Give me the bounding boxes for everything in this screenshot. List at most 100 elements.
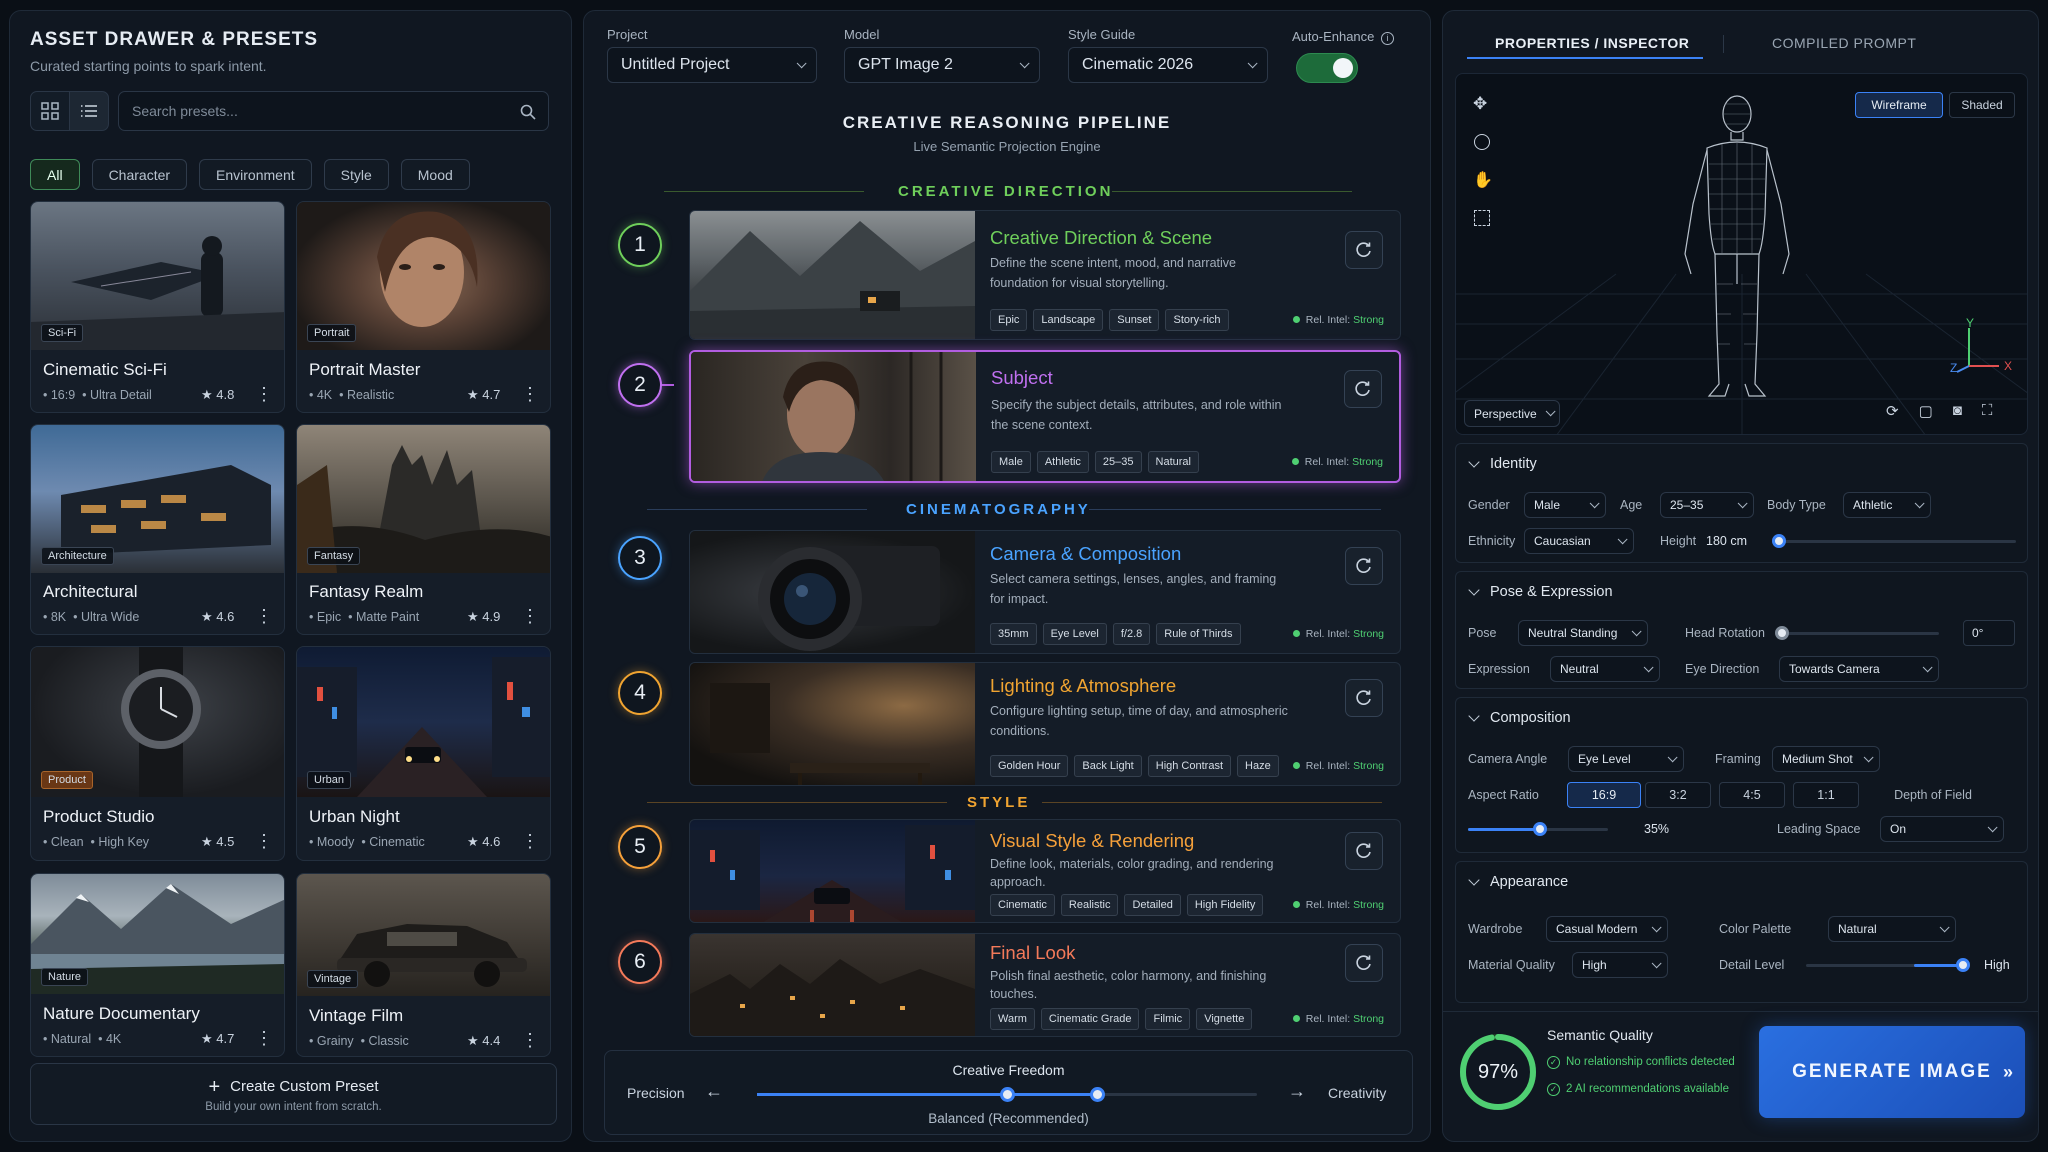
style-guide-select[interactable]: Cinematic 2026	[1068, 47, 1268, 83]
move-tool-icon[interactable]: ✥	[1473, 94, 1487, 114]
model-select[interactable]: GPT Image 2	[844, 47, 1040, 83]
step-number-5: 5	[618, 825, 662, 869]
hand-tool-icon[interactable]: ✋	[1473, 170, 1493, 190]
step-card-creative-direction[interactable]: Creative Direction & Scene Define the sc…	[689, 210, 1401, 340]
filter-character[interactable]: Character	[91, 159, 188, 190]
3d-viewport[interactable]: ✥ ✋ Wireframe Shaded Y X Z Perspective ⟳…	[1455, 73, 2028, 435]
perspective-select[interactable]: Perspective	[1464, 400, 1560, 427]
slider-handle-min[interactable]	[1000, 1087, 1015, 1102]
refresh-step-button[interactable]	[1345, 231, 1383, 269]
eye-direction-select[interactable]: Towards Camera	[1779, 656, 1939, 682]
more-options-icon[interactable]: ⋮	[255, 385, 273, 403]
step-number-2: 2	[618, 363, 662, 407]
list-view-button[interactable]	[69, 91, 109, 131]
filter-environment[interactable]: Environment	[199, 159, 312, 190]
height-slider-handle[interactable]	[1772, 534, 1786, 548]
more-options-icon[interactable]: ⋮	[521, 1031, 539, 1049]
refresh-step-button[interactable]	[1345, 547, 1383, 585]
slider-handle-max[interactable]	[1090, 1087, 1105, 1102]
refresh-step-button[interactable]	[1344, 370, 1382, 408]
detail-level-handle[interactable]	[1956, 958, 1970, 972]
identity-header[interactable]: Identity	[1470, 456, 1537, 472]
more-options-icon[interactable]: ⋮	[255, 832, 273, 850]
refresh-icon	[1356, 843, 1371, 858]
leading-space-select[interactable]: On	[1880, 816, 2004, 842]
camera-angle-select[interactable]: Eye Level	[1568, 746, 1684, 772]
step-card-camera-composition[interactable]: Camera & Composition Select camera setti…	[689, 530, 1401, 654]
refresh-step-button[interactable]	[1345, 679, 1383, 717]
body-type-select[interactable]: Athletic	[1843, 492, 1931, 518]
preset-card-cinematic-scifi[interactable]: Sci-Fi Cinematic Sci-Fi • 16:9 • Ultra D…	[30, 201, 285, 413]
pose-expression-header[interactable]: Pose & Expression	[1470, 584, 1613, 600]
section-divider	[647, 509, 867, 510]
preset-card-urban-night[interactable]: Urban Urban Night • Moody • Cinematic ★ …	[296, 646, 551, 861]
preset-thumbnail: Fantasy	[297, 425, 550, 573]
creative-freedom-slider[interactable]	[757, 1087, 1257, 1102]
aspect-4-5[interactable]: 4:5	[1719, 782, 1785, 808]
preset-card-fantasy-realm[interactable]: Fantasy Fantasy Realm • Epic • Matte Pai…	[296, 424, 551, 635]
expression-select[interactable]: Neutral	[1550, 656, 1660, 682]
preset-card-architectural[interactable]: Architecture Architectural • 8K • Ultra …	[30, 424, 285, 635]
aspect-3-2[interactable]: 3:2	[1645, 782, 1711, 808]
zoom-slider-handle[interactable]	[1533, 822, 1547, 836]
aspect-1-1[interactable]: 1:1	[1793, 782, 1859, 808]
ethnicity-select[interactable]: Caucasian	[1524, 528, 1634, 554]
search-presets-input[interactable]	[118, 91, 549, 131]
refresh-step-button[interactable]	[1345, 944, 1383, 982]
gender-select[interactable]: Male	[1524, 492, 1606, 518]
material-quality-select[interactable]: High	[1572, 952, 1668, 978]
composition-header[interactable]: Composition	[1470, 710, 1571, 726]
framing-select[interactable]: Medium Shot	[1772, 746, 1880, 772]
detail-level-slider[interactable]	[1806, 958, 1970, 972]
step-chips: Golden Hour Back Light High Contrast Haze	[990, 755, 1279, 777]
zoom-slider[interactable]	[1468, 822, 1608, 836]
zoom-slider-fill	[1468, 828, 1540, 831]
snapshot-icon[interactable]: ▢	[1919, 402, 1933, 420]
aspect-ratio-label: Aspect Ratio	[1468, 788, 1539, 802]
reset-view-icon[interactable]: ⟳	[1886, 402, 1899, 420]
more-options-icon[interactable]: ⋮	[521, 832, 539, 850]
preset-tag: Portrait	[307, 324, 357, 342]
generate-image-button[interactable]: GENERATE IMAGE»	[1759, 1026, 2025, 1118]
color-palette-select[interactable]: Natural	[1828, 916, 1956, 942]
camera-icon[interactable]: ◙	[1953, 402, 1962, 420]
appearance-header[interactable]: Appearance	[1470, 874, 1568, 890]
more-options-icon[interactable]: ⋮	[521, 607, 539, 625]
wardrobe-select[interactable]: Casual Modern	[1546, 916, 1668, 942]
age-select[interactable]: 25–35	[1660, 492, 1754, 518]
refresh-step-button[interactable]	[1345, 832, 1383, 870]
step-card-subject[interactable]: Subject Specify the subject details, att…	[689, 350, 1401, 483]
preset-card-portrait-master[interactable]: Portrait Portrait Master • 4K • Realisti…	[296, 201, 551, 413]
filter-style[interactable]: Style	[323, 159, 389, 190]
step-card-visual-style[interactable]: Visual Style & Rendering Define look, ma…	[689, 819, 1401, 923]
step-card-final-look[interactable]: Final Look Polish final aesthetic, color…	[689, 933, 1401, 1037]
filter-all[interactable]: All	[30, 159, 80, 190]
filter-mood[interactable]: Mood	[400, 159, 470, 190]
grid-view-button[interactable]	[30, 91, 70, 131]
aspect-16-9[interactable]: 16:9	[1567, 782, 1641, 808]
wireframe-toggle[interactable]: Wireframe	[1855, 92, 1943, 118]
quality-check-2: ✓ 2 AI recommendations available	[1547, 1083, 1729, 1096]
preset-card-nature-documentary[interactable]: Nature Nature Documentary • Natural • 4K…	[30, 873, 285, 1057]
head-rotation-handle[interactable]	[1775, 626, 1789, 640]
preset-card-product-studio[interactable]: Product Product Studio • Clean • High Ke…	[30, 646, 285, 861]
pose-select[interactable]: Neutral Standing	[1518, 620, 1648, 646]
tab-properties-inspector[interactable]: PROPERTIES / INSPECTOR	[1495, 35, 1689, 51]
more-options-icon[interactable]: ⋮	[521, 385, 539, 403]
more-options-icon[interactable]: ⋮	[255, 607, 273, 625]
pose-expression-section: Pose & Expression Pose Neutral Standing …	[1455, 571, 2028, 689]
fullscreen-icon[interactable]: ⛶	[1982, 402, 1993, 420]
head-rotation-slider[interactable]	[1775, 626, 1939, 640]
create-custom-preset-button[interactable]: + Create Custom Preset Build your own int…	[30, 1063, 557, 1125]
fit-view-icon[interactable]	[1474, 210, 1490, 226]
shaded-toggle[interactable]: Shaded	[1949, 92, 2015, 118]
more-options-icon[interactable]: ⋮	[255, 1029, 273, 1047]
rotate-tool-icon[interactable]	[1474, 134, 1490, 150]
preset-card-vintage-film[interactable]: Vintage Vintage Film • Grainy • Classic …	[296, 873, 551, 1057]
tab-compiled-prompt[interactable]: COMPILED PROMPT	[1772, 35, 1916, 51]
step-card-lighting-atmosphere[interactable]: Lighting & Atmosphere Configure lighting…	[689, 662, 1401, 786]
head-rotation-input[interactable]: 0°	[1963, 620, 2015, 646]
project-select[interactable]: Untitled Project	[607, 47, 817, 83]
auto-enhance-toggle[interactable]	[1296, 53, 1358, 83]
height-slider[interactable]	[1772, 534, 2016, 548]
